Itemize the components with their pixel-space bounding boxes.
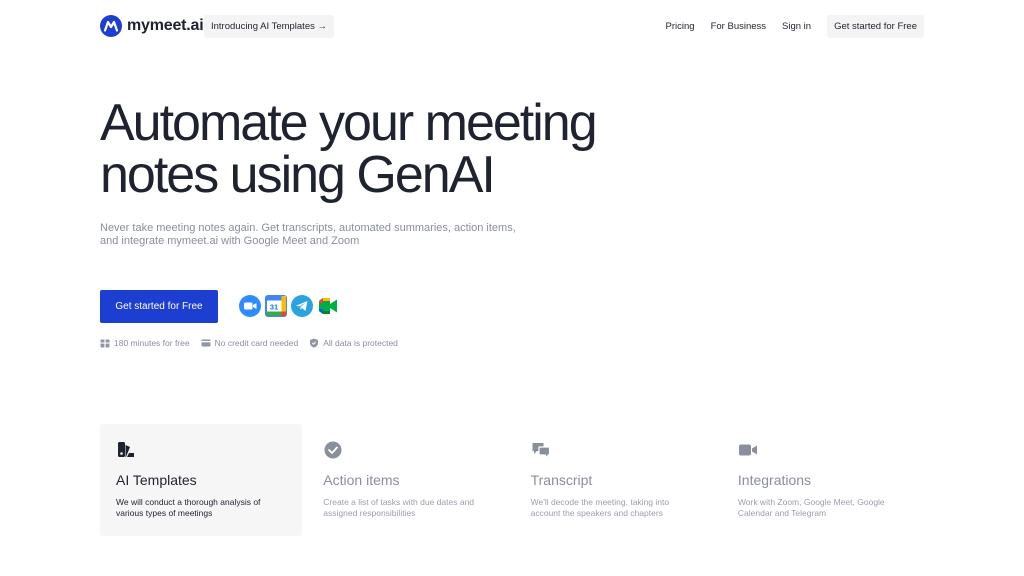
nav-link-pricing[interactable]: Pricing bbox=[666, 15, 695, 38]
perks-row: 180 minutes for free No credit card need… bbox=[100, 338, 409, 348]
nav-link-for-business[interactable]: For Business bbox=[711, 15, 766, 38]
hero-title: Automate your meeting notes using GenAI bbox=[100, 97, 720, 201]
features-row: AI Templates We will conduct a thorough … bbox=[100, 424, 929, 536]
feature-card-transcript[interactable]: Transcript We'll decode the meeting, tak… bbox=[515, 424, 717, 536]
feature-title: Transcript bbox=[530, 472, 593, 488]
feature-card-action-items[interactable]: Action items Create a list of tasks with… bbox=[307, 424, 509, 536]
feature-description: Work with Zoom, Google Meet, Google Cale… bbox=[737, 497, 885, 518]
top-nav: Pricing For Business Sign in Get started… bbox=[666, 15, 924, 38]
perk-free-minutes: 180 minutes for free bbox=[100, 338, 190, 348]
feature-title: Integrations bbox=[737, 472, 812, 488]
shield-icon bbox=[310, 338, 319, 348]
credit-card-icon bbox=[201, 339, 211, 347]
feature-title: AI Templates bbox=[116, 472, 197, 488]
google-meet-icon bbox=[319, 298, 337, 314]
hero-subtitle-line-2: and integrate mymeet.ai with Google Meet… bbox=[100, 235, 360, 247]
announcement-link[interactable]: Introducing AI Templates → bbox=[204, 15, 334, 38]
perk-no-credit-card: No credit card needed bbox=[201, 338, 299, 348]
perk-label: No credit card needed bbox=[214, 338, 299, 348]
perk-label: All data is protected bbox=[323, 338, 398, 348]
landing-page: mymeet.ai Introducing AI Templates → Pri… bbox=[0, 0, 1024, 576]
gift-icon bbox=[100, 339, 110, 348]
hero-subtitle: Never take meeting notes again. Get tran… bbox=[100, 222, 520, 248]
zoom-icon bbox=[239, 295, 261, 317]
logo-text: mymeet.ai bbox=[127, 17, 204, 34]
feature-description: We will conduct a thorough analysis of v… bbox=[116, 497, 261, 518]
hero-title-line-2: notes using GenAI bbox=[100, 146, 496, 204]
telegram-icon bbox=[291, 295, 313, 317]
feature-card-ai-templates[interactable]: AI Templates We will conduct a thorough … bbox=[100, 424, 302, 536]
perk-label: 180 minutes for free bbox=[114, 338, 190, 348]
feature-card-integrations[interactable]: Integrations Work with Zoom, Google Meet… bbox=[722, 424, 924, 536]
chat-bubbles-icon bbox=[532, 443, 550, 460]
integration-icons: 31 bbox=[239, 295, 343, 317]
video-camera-icon bbox=[738, 444, 757, 456]
templates-icon bbox=[118, 442, 134, 457]
feature-description: Create a list of tasks with due dates an… bbox=[323, 497, 475, 518]
nav-link-sign-in[interactable]: Sign in bbox=[782, 15, 811, 38]
google-calendar-icon: 31 bbox=[265, 295, 287, 317]
feature-description: We'll decode the meeting, taking into ac… bbox=[530, 497, 670, 518]
calendar-day-label: 31 bbox=[270, 303, 278, 312]
check-badge-icon bbox=[324, 441, 342, 459]
hero-subtitle-line-1: Never take meeting notes again. Get tran… bbox=[100, 222, 516, 234]
perk-data-protected: All data is protected bbox=[309, 338, 398, 348]
logo-mark-icon bbox=[100, 15, 122, 37]
hero-get-started-button[interactable]: Get started for Free bbox=[100, 290, 218, 323]
feature-title: Action items bbox=[323, 472, 400, 488]
hero-title-line-1: Automate your meeting bbox=[100, 94, 598, 152]
logo[interactable]: mymeet.ai bbox=[100, 15, 204, 37]
header-get-started-button[interactable]: Get started for Free bbox=[827, 15, 924, 38]
